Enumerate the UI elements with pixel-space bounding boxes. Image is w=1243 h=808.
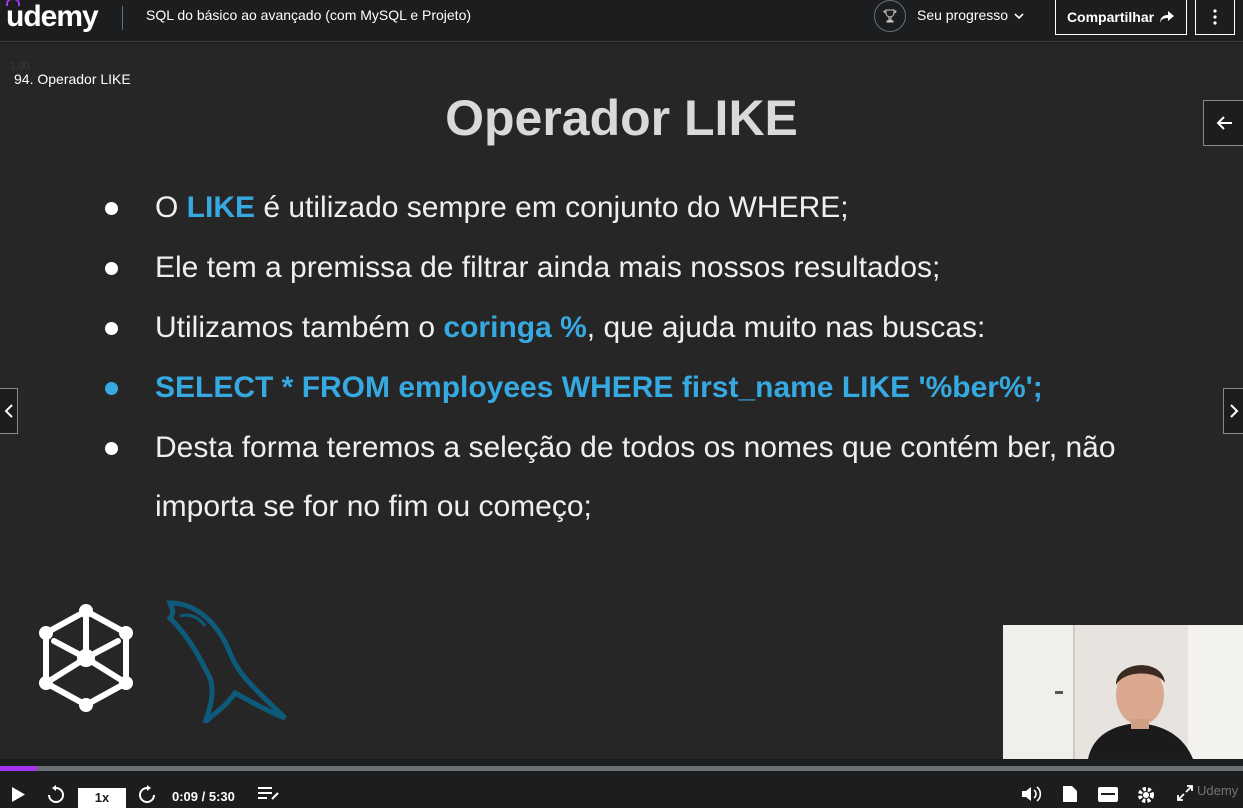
slide-title: Operador LIKE (445, 90, 798, 146)
bullet-item: Desta forma teremos a seleção de todos o… (105, 418, 1185, 536)
time-display: 0:09 / 5:30 (172, 789, 235, 804)
udemy-logo[interactable]: udemy (6, 0, 99, 34)
notes-icon[interactable] (258, 787, 280, 801)
highlight-keyword: LIKE (186, 191, 256, 224)
chevron-right-icon (1229, 404, 1238, 418)
mysql-dolphin-logo (166, 600, 287, 723)
share-button[interactable]: Compartilhar (1055, 0, 1187, 35)
arrow-left-icon (1216, 116, 1232, 130)
bullet-dot (105, 322, 118, 335)
more-options-button[interactable] (1195, 0, 1235, 35)
forward-icon[interactable] (137, 785, 157, 803)
bullet-item: Utilizamos também o coringa %, que ajuda… (105, 298, 1185, 358)
bullet-text: Desta forma teremos a seleção de todos o… (155, 431, 1116, 523)
bullet-text: Utilizamos também o (155, 311, 444, 344)
bullet-dot (105, 262, 118, 275)
lecture-title: 94. Operador LIKE (14, 71, 131, 87)
bullet-text: O (155, 191, 187, 224)
bullet-item-code: SELECT * FROM employees WHERE first_name… (105, 358, 1185, 418)
bullet-dot (105, 442, 118, 455)
playback-speed-button[interactable]: 1x (78, 788, 126, 808)
bullet-text: é utilizado sempre em conjunto do WHERE; (255, 191, 849, 224)
header-divider (122, 6, 123, 30)
instructor-webcam (1003, 625, 1243, 759)
volume-icon[interactable] (1021, 786, 1043, 802)
more-vertical-icon (1213, 9, 1217, 25)
share-icon (1160, 11, 1175, 23)
rewind-icon[interactable] (46, 785, 66, 803)
gear-icon[interactable] (1136, 785, 1156, 805)
instructor-cube-logo (39, 604, 133, 712)
progress-dropdown-label[interactable]: Seu progresso (917, 7, 1008, 23)
player-controls: 1x 0:09 / 5:30 Udemy (0, 771, 1243, 808)
next-lecture-button[interactable] (1223, 388, 1243, 434)
play-icon[interactable] (10, 787, 26, 802)
captions-icon[interactable] (1098, 787, 1118, 802)
bullet-item: Ele tem a premissa de filtrar ainda mais… (105, 238, 1185, 298)
bullet-dot (105, 382, 118, 395)
bullet-text: , que ajuda muito nas buscas: (586, 311, 986, 344)
bullet-item: O LIKE é utilizado sempre em conjunto do… (105, 178, 1185, 238)
video-player[interactable]: 1.00 94. Operador LIKE Operador LIKE O L… (0, 43, 1243, 808)
sql-query-text: SELECT * FROM employees WHERE first_name… (155, 371, 1043, 404)
expand-icon[interactable] (1177, 785, 1193, 801)
transcript-icon[interactable] (1062, 785, 1078, 803)
chevron-left-icon (4, 404, 13, 418)
slide-bullet-list: O LIKE é utilizado sempre em conjunto do… (105, 178, 1185, 536)
highlight-keyword: coringa % (443, 311, 587, 344)
bullet-text: Ele tem a premissa de filtrar ainda mais… (155, 251, 941, 284)
chevron-down-icon[interactable] (1013, 9, 1025, 27)
course-title[interactable]: SQL do básico ao avançado (com MySQL e P… (146, 7, 471, 23)
bullet-dot (105, 202, 118, 215)
trophy-icon[interactable] (874, 0, 906, 32)
open-sidebar-button[interactable] (1203, 100, 1243, 146)
share-button-label: Compartilhar (1066, 9, 1155, 25)
top-bar: udemy SQL do básico ao avançado (com MyS… (0, 0, 1243, 42)
previous-lecture-button[interactable] (0, 388, 18, 434)
udemy-watermark: Udemy (1197, 783, 1239, 798)
